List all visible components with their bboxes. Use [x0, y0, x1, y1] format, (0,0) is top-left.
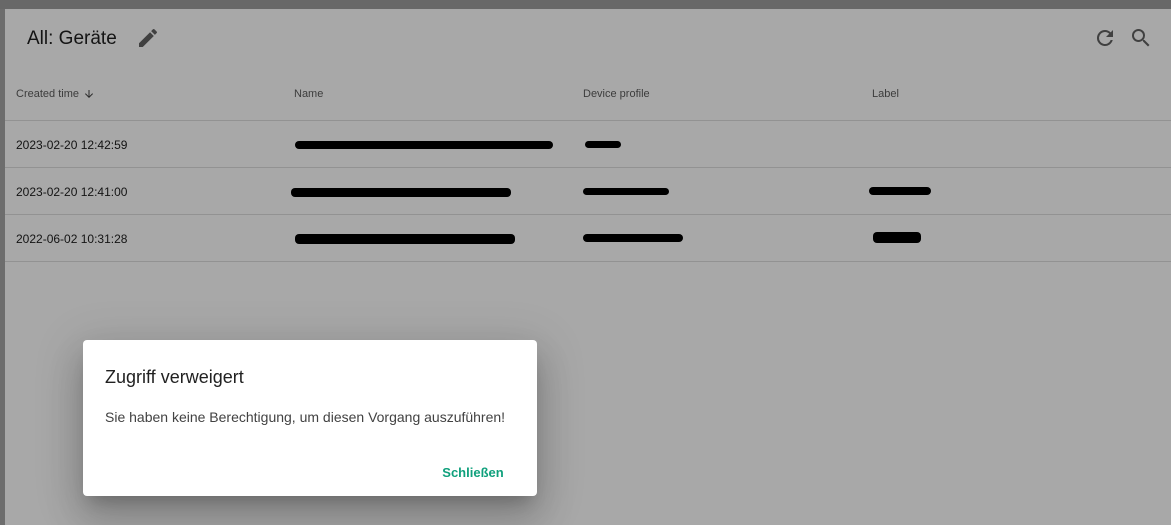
close-button[interactable]: Schließen — [433, 460, 513, 484]
dialog-message: Sie haben keine Berechtigung, um diesen … — [105, 409, 506, 425]
access-denied-dialog: Zugriff verweigert Sie haben keine Berec… — [83, 340, 537, 496]
dialog-title: Zugriff verweigert — [105, 367, 244, 387]
